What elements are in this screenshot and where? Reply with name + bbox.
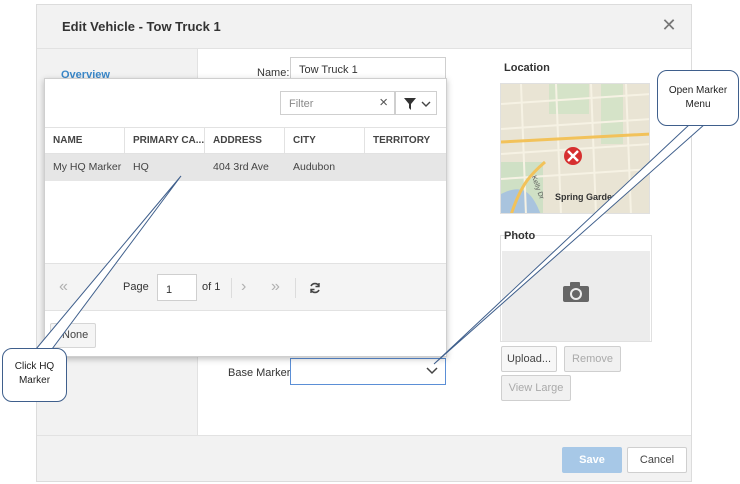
photo-placeholder[interactable] bbox=[502, 251, 650, 341]
funnel-icon bbox=[404, 98, 416, 110]
pager: « Page 1 of 1 › » bbox=[45, 263, 446, 311]
cell-primary-category: HQ bbox=[133, 161, 149, 173]
dialog-title: Edit Vehicle - Tow Truck 1 bbox=[62, 19, 221, 34]
page-label: Page bbox=[123, 281, 149, 293]
filter-menu-button[interactable] bbox=[395, 91, 437, 115]
callout-open-marker-menu: Open Marker Menu bbox=[657, 70, 739, 126]
page-number-input[interactable]: 1 bbox=[157, 274, 197, 301]
cell-name: My HQ Marker bbox=[53, 161, 122, 173]
column-header-name[interactable]: NAME bbox=[45, 128, 125, 154]
base-marker-label: Base Marker: bbox=[228, 367, 294, 379]
cell-address: 404 3rd Ave bbox=[213, 161, 269, 173]
first-page-icon[interactable]: « bbox=[59, 278, 68, 296]
dialog-header: Edit Vehicle - Tow Truck 1 ✕ bbox=[37, 5, 691, 49]
close-icon[interactable]: ✕ bbox=[661, 16, 677, 34]
callout-menu-line2: Menu bbox=[685, 99, 711, 110]
clear-filter-icon[interactable]: × bbox=[379, 94, 388, 111]
column-header-primary-category[interactable]: PRIMARY CA... bbox=[125, 128, 205, 154]
chevron-down-icon[interactable] bbox=[425, 363, 439, 377]
chevron-down-icon bbox=[421, 101, 431, 107]
cell-city: Audubon bbox=[293, 161, 336, 173]
grid-header: NAME PRIMARY CA... ADDRESS CITY TERRITOR… bbox=[45, 127, 446, 154]
filter-input[interactable]: Filter × bbox=[280, 91, 395, 115]
callout-click-hq-marker: Click HQ Marker bbox=[2, 348, 67, 402]
upload-button[interactable]: Upload... bbox=[501, 346, 557, 372]
pager-divider bbox=[231, 278, 232, 298]
photo-label: Photo bbox=[504, 230, 536, 242]
location-map[interactable]: Spring Garden Kelly Dr bbox=[500, 83, 650, 214]
filter-placeholder: Filter bbox=[289, 98, 314, 110]
map-label-spring-garden: Spring Garden bbox=[555, 192, 618, 202]
photo-panel bbox=[500, 235, 652, 342]
none-button[interactable]: None bbox=[50, 323, 96, 348]
table-row[interactable]: My HQ Marker HQ 404 3rd Ave Audubon bbox=[45, 154, 446, 181]
base-marker-select[interactable] bbox=[290, 358, 446, 385]
save-button[interactable]: Save bbox=[562, 447, 622, 473]
page-count: of 1 bbox=[202, 281, 221, 293]
view-large-button[interactable]: View Large bbox=[501, 375, 571, 401]
marker-picker-popup: Filter × NAME PRIMARY CA... ADDRESS CITY… bbox=[44, 78, 447, 357]
dialog-footer: Save Cancel bbox=[37, 435, 691, 481]
callout-menu-line1: Open Marker bbox=[668, 85, 728, 96]
cancel-button[interactable]: Cancel bbox=[627, 447, 687, 473]
refresh-icon[interactable] bbox=[309, 282, 321, 294]
location-label: Location bbox=[504, 62, 550, 74]
column-header-address[interactable]: ADDRESS bbox=[205, 128, 285, 154]
column-header-city[interactable]: CITY bbox=[285, 128, 365, 154]
cell-territory bbox=[365, 154, 446, 181]
pager-divider bbox=[295, 278, 296, 298]
callout-hq-line2: Marker bbox=[18, 375, 51, 386]
callout-hq-line1: Click HQ bbox=[14, 361, 55, 372]
last-page-icon[interactable]: » bbox=[271, 278, 280, 296]
camera-icon bbox=[563, 282, 589, 302]
column-header-territory[interactable]: TERRITORY bbox=[365, 128, 446, 154]
next-page-icon[interactable]: › bbox=[241, 278, 246, 296]
remove-button[interactable]: Remove bbox=[564, 346, 621, 372]
